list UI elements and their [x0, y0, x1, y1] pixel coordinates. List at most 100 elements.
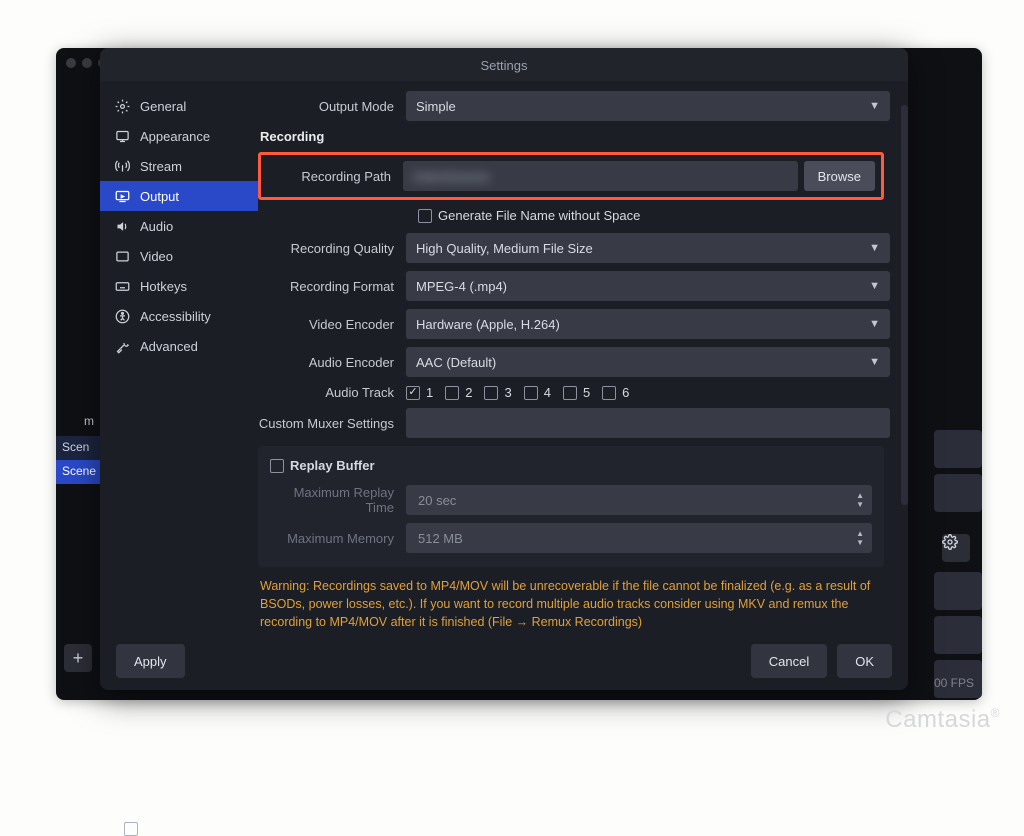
video-encoder-select[interactable]: Hardware (Apple, H.264) ▼: [406, 309, 890, 339]
accessibility-icon: [114, 308, 130, 324]
bg-add-button[interactable]: +: [64, 644, 92, 672]
recording-quality-select[interactable]: High Quality, Medium File Size ▼: [406, 233, 890, 263]
traffic-light-close[interactable]: [66, 58, 76, 68]
antenna-icon: [114, 158, 130, 174]
appearance-icon: [114, 128, 130, 144]
gear-icon: [114, 98, 130, 114]
sidebar-item-label: Output: [140, 189, 179, 204]
max-memory-label: Maximum Memory: [270, 531, 406, 546]
sidebar-item-video[interactable]: Video: [100, 241, 258, 271]
sidebar-item-label: Accessibility: [140, 309, 211, 324]
sidebar-item-label: Stream: [140, 159, 182, 174]
video-icon: [114, 248, 130, 264]
audio-track-4[interactable]: 4: [524, 385, 551, 400]
bg-monitor-row: m: [56, 408, 102, 434]
max-replay-time-label: Maximum Replay Time: [270, 485, 406, 515]
recording-path-input[interactable]: Users/xxxxxx: [403, 161, 798, 191]
apply-button[interactable]: Apply: [116, 644, 185, 678]
audio-track-3[interactable]: 3: [484, 385, 511, 400]
browse-button[interactable]: Browse: [804, 161, 875, 191]
audio-track-5[interactable]: 5: [563, 385, 590, 400]
wrench-icon: [114, 338, 130, 354]
generate-filename-label: Generate File Name without Space: [438, 208, 640, 223]
sidebar-item-label: Hotkeys: [140, 279, 187, 294]
traffic-light-min[interactable]: [82, 58, 92, 68]
output-mode-select[interactable]: Simple ▼: [406, 91, 890, 121]
recording-path-label: Recording Path: [267, 169, 403, 184]
recording-path-highlight: Recording Path Users/xxxxxx Browse: [258, 152, 884, 200]
checkbox-icon: [602, 386, 616, 400]
checkbox-icon: [524, 386, 538, 400]
recording-format-select[interactable]: MPEG-4 (.mp4) ▼: [406, 271, 890, 301]
chevron-down-icon: ▼: [869, 356, 880, 368]
sidebar-item-output[interactable]: Output: [100, 181, 258, 211]
audio-track-6[interactable]: 6: [602, 385, 629, 400]
settings-dialog: Settings General Appearance Stream Outpu…: [100, 48, 908, 690]
bg-monitor-label: m: [84, 414, 94, 428]
checkbox-icon: [445, 386, 459, 400]
sidebar-item-label: Audio: [140, 219, 173, 234]
cancel-button[interactable]: Cancel: [751, 644, 827, 678]
output-mode-value: Simple: [416, 99, 456, 114]
audio-encoder-select[interactable]: AAC (Default) ▼: [406, 347, 890, 377]
replay-buffer-panel: Replay Buffer Maximum Replay Time 20 sec…: [258, 446, 884, 567]
audio-track-2[interactable]: 2: [445, 385, 472, 400]
sidebar-item-label: Advanced: [140, 339, 198, 354]
dialog-footer: Apply Cancel OK: [100, 632, 908, 690]
output-icon: [114, 188, 130, 204]
settings-sidebar: General Appearance Stream Output Audio V…: [100, 81, 258, 632]
replay-buffer-checkbox[interactable]: Replay Buffer: [270, 458, 872, 473]
video-encoder-value: Hardware (Apple, H.264): [416, 317, 560, 332]
sidebar-item-advanced[interactable]: Advanced: [100, 331, 258, 361]
settings-content: Output Mode Simple ▼ Recording Recording…: [258, 81, 908, 632]
checkbox-icon: [484, 386, 498, 400]
recording-format-value: MPEG-4 (.mp4): [416, 279, 507, 294]
generate-filename-checkbox[interactable]: Generate File Name without Space: [418, 208, 640, 223]
max-replay-time-input[interactable]: 20 sec ▲▼: [406, 485, 872, 515]
chevron-down-icon: ▼: [869, 318, 880, 330]
dialog-title: Settings: [100, 48, 908, 81]
monitor-icon: [124, 822, 138, 836]
ok-button[interactable]: OK: [837, 644, 892, 678]
sidebar-item-hotkeys[interactable]: Hotkeys: [100, 271, 258, 301]
max-memory-input[interactable]: 512 MB ▲▼: [406, 523, 872, 553]
sidebar-item-appearance[interactable]: Appearance: [100, 121, 258, 151]
custom-muxer-label: Custom Muxer Settings: [258, 416, 406, 431]
speaker-icon: [114, 218, 130, 234]
chevron-down-icon: ▼: [869, 242, 880, 254]
audio-track-group: 1 2 3 4 5 6: [406, 385, 629, 400]
bg-scene-item[interactable]: Scene: [56, 460, 102, 484]
recording-section-title: Recording: [260, 129, 890, 144]
sidebar-item-label: Video: [140, 249, 173, 264]
bg-fps-readout: 00 FPS: [934, 676, 974, 690]
custom-muxer-input[interactable]: [406, 408, 890, 438]
audio-track-label: Audio Track: [258, 385, 406, 400]
recording-format-label: Recording Format: [258, 279, 406, 294]
checkbox-icon: [563, 386, 577, 400]
sidebar-item-stream[interactable]: Stream: [100, 151, 258, 181]
camtasia-watermark: Camtasia®: [885, 706, 1000, 734]
checkbox-icon: [418, 209, 432, 223]
max-memory-value: 512 MB: [418, 531, 463, 546]
sidebar-item-label: Appearance: [140, 129, 210, 144]
stepper-icon: ▲▼: [856, 492, 864, 509]
sidebar-item-general[interactable]: General: [100, 91, 258, 121]
chevron-down-icon: ▼: [869, 100, 880, 112]
mp4-warning-text: Warning: Recordings saved to MP4/MOV wil…: [260, 577, 876, 631]
scrollbar[interactable]: [901, 105, 908, 505]
bg-scenes-header: Scen: [56, 436, 102, 460]
audio-track-1[interactable]: 1: [406, 385, 433, 400]
bg-settings-icon[interactable]: [942, 534, 970, 562]
stepper-icon: ▲▼: [856, 530, 864, 547]
checkbox-icon: [270, 459, 284, 473]
audio-encoder-value: AAC (Default): [416, 355, 496, 370]
chevron-down-icon: ▼: [869, 280, 880, 292]
recording-quality-value: High Quality, Medium File Size: [416, 241, 593, 256]
sidebar-item-accessibility[interactable]: Accessibility: [100, 301, 258, 331]
max-replay-time-value: 20 sec: [418, 493, 456, 508]
checkbox-icon: [406, 386, 420, 400]
keyboard-icon: [114, 278, 130, 294]
recording-quality-label: Recording Quality: [258, 241, 406, 256]
sidebar-item-audio[interactable]: Audio: [100, 211, 258, 241]
sidebar-item-label: General: [140, 99, 186, 114]
